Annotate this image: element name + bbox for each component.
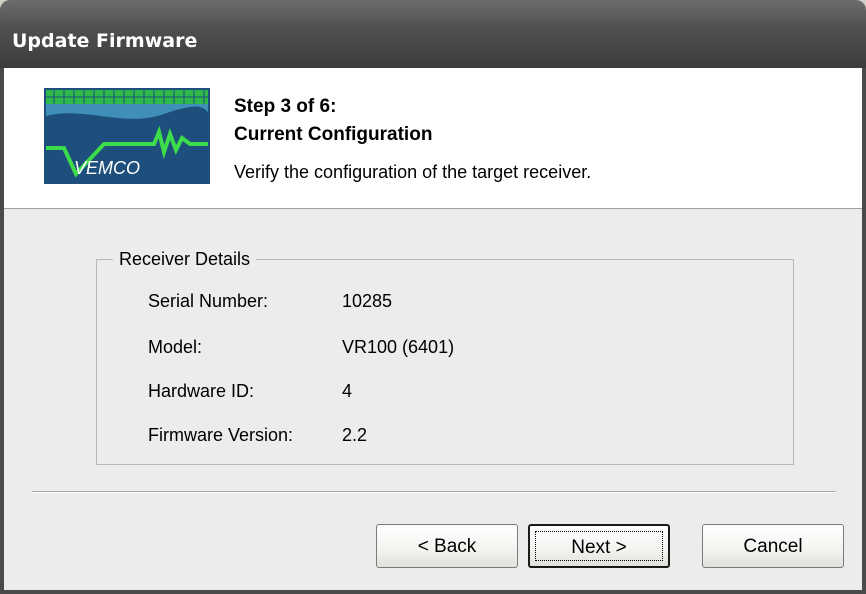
cancel-button[interactable]: Cancel — [702, 524, 844, 568]
svg-text:VEMCO: VEMCO — [74, 158, 140, 178]
window-frame-bottom — [0, 590, 866, 594]
firmware-version-label: Firmware Version: — [148, 425, 294, 445]
window-frame-right — [862, 68, 866, 594]
back-button[interactable]: < Back — [376, 524, 518, 568]
page-title: Current Configuration — [234, 124, 433, 145]
wizard-header: VEMCO Step 3 of 6: Current Configuration… — [4, 68, 862, 209]
receiver-details-legend: Receiver Details — [119, 249, 251, 269]
model-label: Model: — [148, 337, 203, 357]
serial-number-value: 10285 — [342, 291, 393, 311]
wizard-body: Receiver Details Serial Number: 10285 Mo… — [4, 209, 862, 590]
footer-separator — [32, 491, 836, 493]
window-title: Update Firmware — [12, 30, 198, 52]
step-indicator: Step 3 of 6: — [234, 96, 337, 117]
hardware-id-value: 4 — [342, 381, 353, 401]
vemco-logo: VEMCO — [44, 88, 210, 184]
title-bar[interactable]: Update Firmware — [0, 0, 866, 68]
hardware-id-label: Hardware ID: — [148, 381, 255, 401]
next-button[interactable]: Next > — [528, 524, 670, 568]
page-description: Verify the configuration of the target r… — [234, 162, 592, 182]
model-value: VR100 (6401) — [342, 337, 455, 357]
focus-rectangle — [535, 531, 663, 561]
firmware-version-value: 2.2 — [342, 425, 368, 445]
serial-number-label: Serial Number: — [148, 291, 269, 311]
